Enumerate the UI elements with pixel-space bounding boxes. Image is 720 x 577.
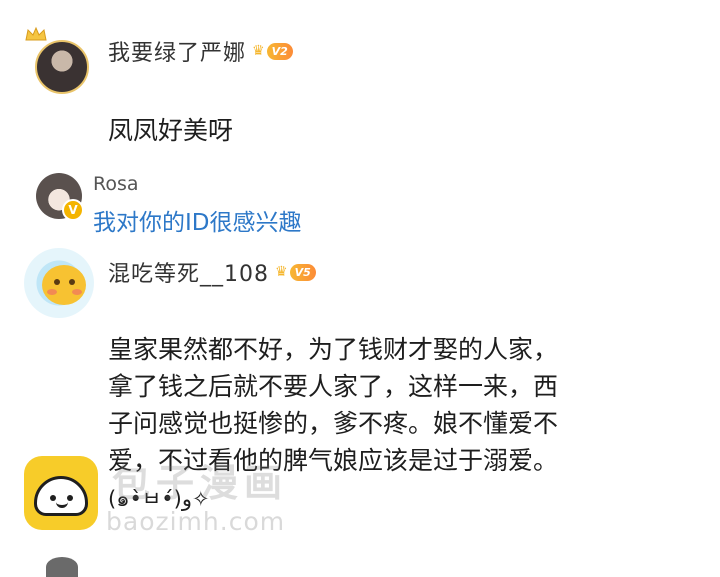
verified-badge-icon: V	[62, 199, 84, 221]
comment-line: 拿了钱之后就不要人家了，这样一来，西	[108, 372, 559, 401]
next-avatar[interactable]	[46, 557, 78, 577]
username[interactable]: 我要绿了严娜	[108, 35, 246, 67]
comment-header: 我要绿了严娜 ♛ V2	[108, 35, 293, 67]
comment-header: 混吃等死__108 ♛ V5	[108, 256, 316, 288]
user-avatar[interactable]	[35, 40, 89, 94]
vip-level-badge: ♛ V2	[252, 42, 293, 60]
vip-crown-icon: ♛	[275, 264, 288, 280]
crown-icon	[25, 26, 47, 41]
comment-line: 子问感觉也挺惨的，爹不疼。娘不懂爱不	[108, 409, 559, 438]
emoji-face-icon	[42, 265, 86, 305]
username[interactable]: 混吃等死__108	[108, 256, 269, 288]
vip-level-badge: ♛ V5	[275, 263, 316, 281]
reply-text[interactable]: 我对你的ID很感兴趣	[93, 203, 302, 237]
watermark-url: baozimh.com	[106, 507, 286, 536]
reply-username[interactable]: Rosa	[93, 173, 139, 195]
comment-line: 皇家果然都不好，为了钱财才娶的人家，	[108, 335, 559, 364]
comment-text: 凤凤好美呀	[108, 116, 234, 145]
vip-crown-icon: ♛	[252, 43, 265, 59]
watermark-title: 包子漫画	[112, 461, 289, 505]
